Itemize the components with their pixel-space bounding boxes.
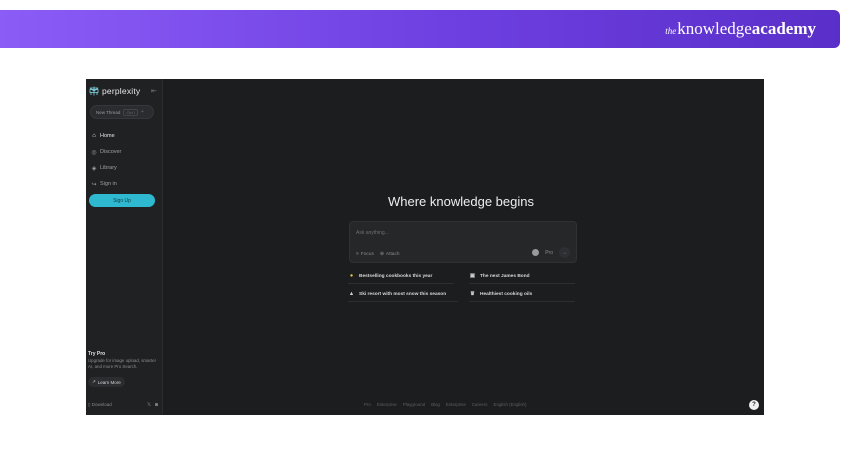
collapse-sidebar-icon[interactable]: ⇤ (151, 87, 157, 95)
suggestion-label: The next James Bond (480, 273, 530, 279)
filter-icon: ≡ (356, 252, 359, 257)
sidebar-item-library[interactable]: ◈ Library (90, 160, 121, 176)
sidebar-footer: ▯ Download 𝕏 ◙ (88, 402, 158, 408)
attach-button[interactable]: ⊕ Attach (380, 252, 400, 257)
paperclip-icon: ⊕ (379, 252, 384, 257)
sign-up-button[interactable]: Sign Up (89, 194, 155, 207)
new-thread-shortcut: Ctrl I (123, 108, 138, 116)
footer-link[interactable]: Blog (431, 402, 440, 407)
perplexity-window: perplexity ⇤ New Thread Ctrl I + ⌂ Home … (86, 79, 764, 415)
help-button[interactable]: ? (749, 400, 759, 410)
brand-banner: theknowledgeacademy (0, 10, 840, 48)
try-pro-description: Upgrade for image upload, smarter AI, an… (88, 358, 157, 369)
suggestion-label: Bestselling cookbooks this year (359, 273, 433, 279)
sidebar-nav: ⌂ Home ◎ Discover ◈ Library ↪ Sign in (90, 128, 121, 192)
ask-input[interactable] (356, 230, 506, 236)
sidebar: perplexity ⇤ New Thread Ctrl I + ⌂ Home … (86, 79, 163, 415)
learn-more-label: Learn More (97, 379, 121, 385)
compass-icon: ◎ (91, 149, 97, 156)
discord-icon[interactable]: ◙ (155, 402, 158, 408)
submit-button[interactable]: → (559, 247, 570, 258)
attach-label: Attach (385, 252, 400, 257)
app-name: perplexity (102, 86, 141, 96)
sidebar-item-discover[interactable]: ◎ Discover (90, 144, 121, 160)
suggestion-item[interactable]: ● Bestselling cookbooks this year (348, 273, 454, 284)
sun-icon: ● (349, 273, 354, 279)
pro-toggle[interactable] (532, 249, 540, 256)
page-title: Where knowledge begins (388, 194, 534, 209)
arrow-right-icon: → (561, 249, 568, 256)
sidebar-item-sign-in[interactable]: ↪ Sign in (90, 176, 121, 192)
brand-logo: theknowledgeacademy (665, 19, 816, 39)
footer-link[interactable]: Enterprise (446, 402, 466, 407)
footer-link[interactable]: Careers (472, 402, 488, 407)
suggestion-label: Ski resort with most snow this season (359, 291, 447, 297)
home-icon: ⌂ (92, 133, 96, 139)
footer-link[interactable]: Enterprise (377, 402, 397, 407)
footer-link[interactable]: Pro (364, 402, 371, 407)
footer-link[interactable]: English (English) (494, 402, 527, 407)
sign-in-icon: ↪ (91, 181, 97, 188)
footer-links: Pro Enterprise Playground Blog Enterpris… (364, 402, 526, 407)
suggestion-item[interactable]: ▲ Ski resort with most snow this season (348, 291, 458, 302)
learn-more-button[interactable]: ↗ Learn More (88, 377, 125, 387)
suggestion-item[interactable]: ▣ The next James Bond (469, 273, 575, 284)
plus-icon: + (140, 109, 144, 115)
ask-tools: ≡ Focus ⊕ Attach (356, 252, 400, 257)
ask-box: ≡Focus ⊕Attach Pro → (349, 221, 577, 263)
footer-link[interactable]: Playground (403, 402, 425, 407)
trophy-icon: ♛ (470, 291, 475, 297)
try-pro-title: Try Pro (88, 351, 106, 357)
perplexity-logo-icon (89, 86, 99, 96)
brand-the: the (665, 26, 677, 36)
app-logo[interactable]: perplexity (89, 86, 140, 96)
sidebar-item-label: Sign in (100, 181, 117, 187)
mountain-icon: ▲ (348, 291, 355, 297)
sidebar-item-home[interactable]: ⌂ Home (90, 128, 121, 144)
brand-knowledge: knowledge (677, 19, 752, 38)
suggestion-item[interactable]: ♛ Healthiest cooking oils (469, 291, 575, 302)
arrow-icon: ↗ (92, 379, 96, 384)
sidebar-item-label: Discover (100, 149, 122, 155)
focus-label: Focus (360, 252, 374, 257)
ask-controls: Pro → (532, 247, 570, 258)
suggestion-label: Healthiest cooking oils (480, 291, 533, 297)
brand-academy: academy (751, 19, 816, 38)
new-thread-button[interactable]: New Thread Ctrl I + (90, 105, 154, 119)
new-thread-label: New Thread (96, 109, 121, 115)
sidebar-item-label: Library (100, 165, 117, 171)
download-label: Download (91, 402, 112, 407)
x-twitter-icon[interactable]: 𝕏 (147, 402, 151, 408)
try-pro-panel: Try Pro Upgrade for image upload, smarte… (88, 351, 158, 388)
film-icon: ▣ (469, 273, 476, 279)
focus-button[interactable]: ≡ Focus (356, 252, 374, 257)
download-link[interactable]: ▯ Download (88, 402, 143, 408)
pro-label: Pro (545, 249, 553, 256)
sidebar-item-label: Home (100, 133, 115, 139)
library-icon: ◈ (91, 165, 97, 172)
